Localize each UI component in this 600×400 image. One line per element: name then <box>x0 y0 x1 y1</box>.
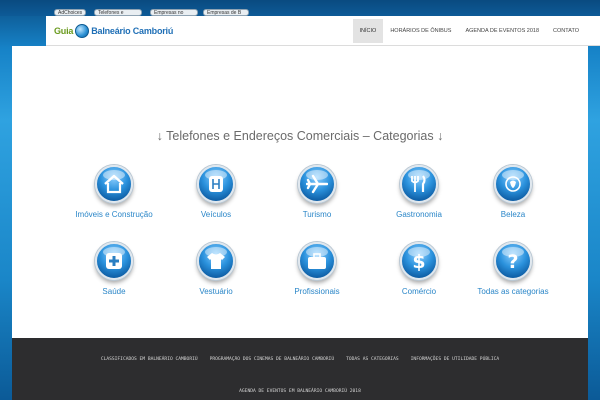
ad-bar: AdChoices Telefones e Empresas no Empres… <box>0 0 600 16</box>
category-turismo[interactable]: Turismo <box>262 165 372 219</box>
nav-agenda-eventos[interactable]: AGENDA DE EVENTOS 2018 <box>458 19 546 43</box>
shirt-icon <box>197 242 235 280</box>
fork-knife-icon <box>400 165 438 203</box>
site-footer: CLASSIFICADOS EM BALNEÁRIO CAMBORIÚ PROG… <box>12 338 588 400</box>
svg-text:?: ? <box>507 251 518 272</box>
footer-link-classificados[interactable]: CLASSIFICADOS EM BALNEÁRIO CAMBORIÚ <box>101 357 198 362</box>
category-grid: Imóveis e Construção Veículos Turismo Ga… <box>12 46 588 338</box>
nav-contato[interactable]: CONTATO <box>546 19 586 43</box>
category-todas[interactable]: ? Todas as categorias <box>458 242 568 296</box>
briefcase-icon <box>298 242 336 280</box>
footer-link-cinemas[interactable]: PROGRAMAÇÃO DOS CINEMAS DE BALNEÁRIO CAM… <box>210 357 334 362</box>
nav-inicio[interactable]: INÍCIO <box>352 19 384 43</box>
footer-link-utilidade[interactable]: INFORMAÇÕES DE UTILIDADE PÚBLICA <box>411 357 500 362</box>
house-icon <box>95 165 133 203</box>
question-icon: ? <box>494 242 532 280</box>
globe-icon <box>75 24 90 38</box>
category-saude[interactable]: Saúde <box>59 242 169 296</box>
nav-horarios-onibus[interactable]: HORÁRIOS DE ÔNIBUS <box>383 19 458 43</box>
category-imoveis[interactable]: Imóveis e Construção <box>59 165 169 219</box>
logo-word-city: Balneário Camboriú <box>91 26 174 36</box>
footer-link-categorias[interactable]: TODAS AS CATEGORIAS <box>346 357 399 362</box>
ad-link-2[interactable]: Empresas no <box>150 9 198 16</box>
category-label: Turismo <box>302 210 332 219</box>
medical-cross-icon <box>95 242 133 280</box>
main-content: ↓ Telefones e Endereços Comerciais – Cat… <box>12 46 588 338</box>
footer-second-row: AGENDA DE EVENTOS EM BALNEÁRIO CAMBORIÚ … <box>12 379 588 397</box>
logo-word-guia: Guia <box>54 26 74 36</box>
category-label: Vestuário <box>199 287 233 296</box>
footer-link-agenda[interactable]: AGENDA DE EVENTOS EM BALNEÁRIO CAMBORIÚ … <box>239 389 361 394</box>
gear-shift-icon <box>197 165 235 203</box>
site-header: Guia Balneário Camboriú INÍCIO HORÁRIOS … <box>46 16 600 46</box>
category-profissionais[interactable]: Profissionais <box>262 242 372 296</box>
category-label: Veículos <box>200 210 232 219</box>
category-label: Imóveis e Construção <box>75 210 153 219</box>
category-beleza[interactable]: Beleza <box>458 165 568 219</box>
category-label: Todas as categorias <box>477 287 549 296</box>
footer-links: CLASSIFICADOS EM BALNEÁRIO CAMBORIÚ PROG… <box>12 357 588 362</box>
svg-text:$: $ <box>412 251 425 272</box>
dollar-icon: $ <box>400 242 438 280</box>
category-veiculos[interactable]: Veículos <box>161 165 271 219</box>
main-nav: INÍCIO HORÁRIOS DE ÔNIBUS AGENDA DE EVEN… <box>352 19 587 43</box>
category-label: Saúde <box>102 287 126 296</box>
airplane-icon <box>298 165 336 203</box>
beauty-icon <box>494 165 532 203</box>
category-vestuario[interactable]: Vestuário <box>161 242 271 296</box>
ad-link-3[interactable]: Empresas de B <box>203 9 249 16</box>
site-logo[interactable]: Guia Balneário Camboriú <box>54 23 173 39</box>
category-label: Profissionais <box>294 287 340 296</box>
ad-link-1[interactable]: Telefones e <box>94 9 142 16</box>
category-label: Beleza <box>500 210 526 219</box>
adchoices-badge[interactable]: AdChoices <box>54 9 86 16</box>
